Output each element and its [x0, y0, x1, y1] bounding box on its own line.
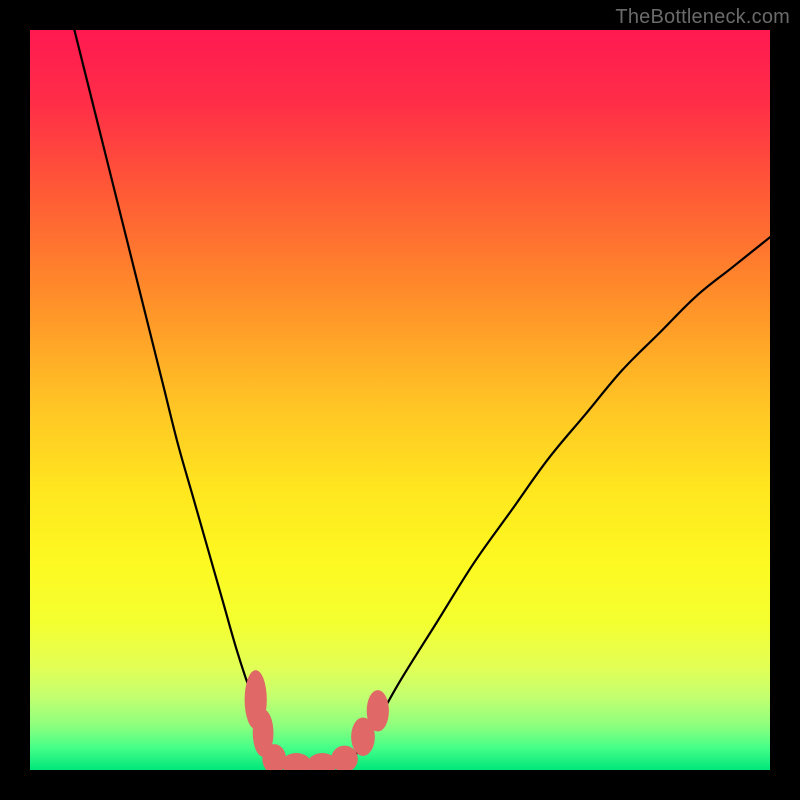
chart-frame: TheBottleneck.com: [0, 0, 800, 800]
bottleneck-curve: [74, 30, 770, 767]
marker-dot: [282, 753, 312, 770]
plot-area: [30, 30, 770, 770]
chart-svg: [30, 30, 770, 770]
marker-dot: [367, 690, 389, 731]
marker-dot: [331, 746, 358, 770]
curve-markers: [245, 670, 389, 770]
watermark-text: TheBottleneck.com: [615, 6, 790, 29]
